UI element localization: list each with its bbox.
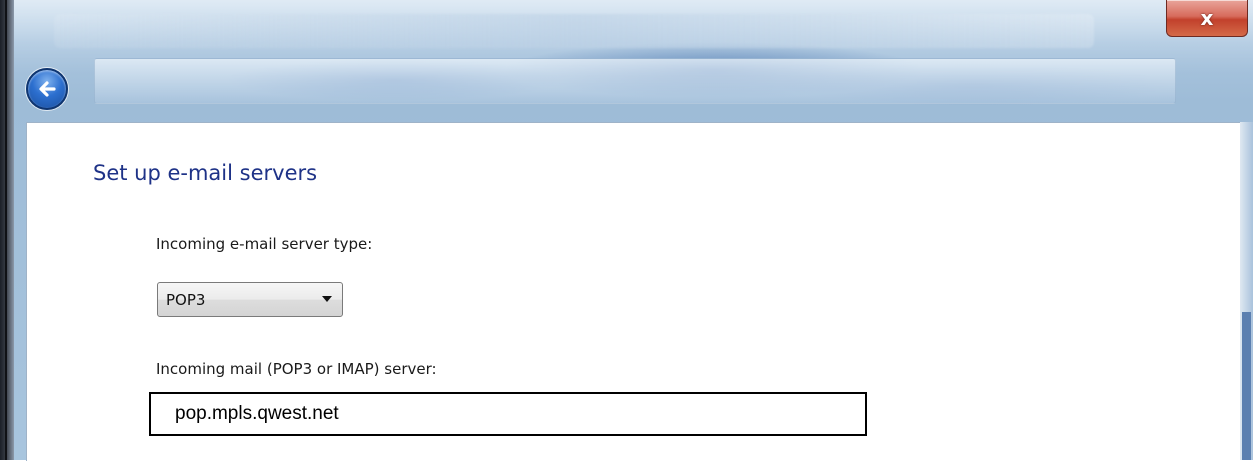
incoming-server-type-label: Incoming e-mail server type:: [156, 235, 373, 253]
nav-bar-blur: [94, 58, 1176, 104]
window-right-border: [1240, 122, 1253, 460]
window-left-edge: [0, 0, 14, 460]
incoming-server-type-select[interactable]: POP3: [157, 282, 343, 317]
server-input-value: pop.mpls.qwest.net: [175, 403, 339, 424]
back-button[interactable]: [26, 68, 68, 110]
chevron-down-icon: [322, 296, 332, 302]
title-bar-blur: [54, 14, 1094, 48]
back-arrow-icon: [35, 77, 59, 101]
incoming-mail-server-input[interactable]: pop.mpls.qwest.net: [149, 392, 867, 436]
dialog-content: Set up e-mail servers Incoming e-mail se…: [26, 122, 1241, 461]
select-value: POP3: [166, 290, 206, 309]
page-title: Set up e-mail servers: [93, 161, 318, 185]
close-button[interactable]: x: [1166, 0, 1248, 37]
close-icon: x: [1200, 6, 1214, 30]
incoming-mail-server-label: Incoming mail (POP3 or IMAP) server:: [156, 360, 437, 378]
